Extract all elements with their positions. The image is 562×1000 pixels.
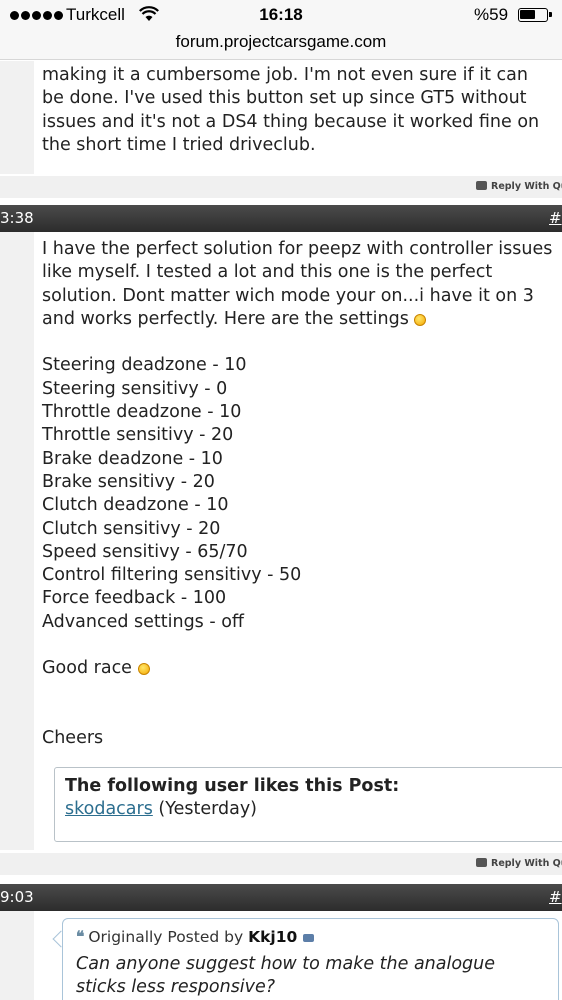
battery-icon: [518, 8, 552, 22]
quote-line: Can anyone suggest how to make the analo…: [76, 954, 496, 974]
likes-title: The following user likes this Post:: [65, 776, 400, 796]
post-line: like myself. I tested a lot and this one…: [42, 262, 493, 283]
likes-box: The following user likes this Post: skod…: [54, 767, 562, 842]
address-bar[interactable]: forum.projectcarsgame.com: [0, 30, 562, 60]
setting-line: Throttle sensitivy - 20: [42, 425, 234, 446]
post-sidebar: [0, 911, 34, 1000]
quote-line: sticks less responsive?: [76, 977, 276, 998]
smiley-icon: [414, 313, 427, 326]
quote-bubble-icon: [476, 181, 487, 190]
smiley-icon: [137, 663, 150, 676]
good-race-line: Good race: [42, 657, 552, 680]
liker-profile-link[interactable]: skodacars: [65, 799, 153, 819]
like-time: (Yesterday): [158, 799, 258, 819]
post-header: 9:03 #: [0, 884, 562, 911]
post-number-link[interactable]: #: [549, 888, 562, 906]
reply-with-quote-button[interactable]: Reply With Quote: [476, 181, 562, 192]
post-line: solution. Dont matter wich mode your on.…: [42, 285, 534, 306]
reply-label: Reply With Quote: [491, 181, 562, 192]
post-time: 9:03: [0, 888, 34, 906]
setting-line: Clutch sensitivy - 20: [42, 518, 221, 539]
quote-header: ❝ Originally Posted by Kkj10: [76, 927, 315, 946]
post-header: 3:38 #: [0, 205, 562, 232]
status-bar: Turkcell 16:18 %59: [0, 0, 562, 30]
cheers-line: Cheers: [42, 728, 104, 749]
setting-line: Brake deadzone - 10: [42, 448, 223, 469]
setting-line: Advanced settings - off: [42, 611, 244, 632]
quote-text: Can anyone suggest how to make the analo…: [76, 953, 495, 1000]
setting-line: Steering sensitivy - 0: [42, 378, 228, 399]
quote-bubble-icon: [476, 858, 487, 867]
post-line: and works perfectly. Here are the settin…: [42, 308, 409, 329]
setting-line: Steering deadzone - 10: [42, 355, 247, 376]
post-line-with-smiley: and works perfectly. Here are the settin…: [42, 308, 552, 331]
post-sidebar: [0, 61, 34, 174]
post-sidebar: [0, 232, 34, 850]
post-line: making it a cumbersome job. I'm not even…: [42, 65, 528, 85]
setting-line: Speed sensitivy - 65/70: [42, 541, 248, 562]
reply-with-quote-button[interactable]: Reply With Quote: [476, 858, 562, 869]
likes-entry: skodacars (Yesterday): [65, 799, 257, 819]
setting-line: Force feedback - 100: [42, 588, 227, 609]
quote-prefix: Originally Posted by: [88, 928, 244, 946]
quote-author: Kkj10: [248, 928, 298, 946]
quote-box: ❝ Originally Posted by Kkj10 Can anyone s…: [62, 918, 559, 1000]
post-line: I have the perfect solution for peepz wi…: [42, 239, 553, 259]
post-line: the short time I tried driveclub.: [42, 134, 316, 155]
quote-mark-icon: ❝: [76, 927, 85, 946]
post-number-link[interactable]: #: [549, 209, 562, 227]
setting-line: Throttle deadzone - 10: [42, 402, 242, 423]
post-line: issues and it's not a DS4 thing because …: [42, 111, 540, 132]
post-time: 3:38: [0, 209, 34, 227]
post-line: Good race: [42, 658, 132, 679]
setting-line: Brake sensitivy - 20: [42, 471, 215, 492]
post-line: be done. I've used this button set up si…: [42, 88, 527, 109]
post-message: I have the perfect solution for peepz wi…: [42, 238, 552, 751]
setting-line: Control filtering sensitivy - 50: [42, 565, 302, 586]
setting-line: Clutch deadzone - 10: [42, 495, 229, 516]
reply-label: Reply With Quote: [491, 858, 562, 869]
post-message: making it a cumbersome job. I'm not even…: [42, 64, 539, 157]
url-text: forum.projectcarsgame.com: [175, 32, 387, 51]
battery-percent: %59: [474, 5, 509, 24]
view-post-icon[interactable]: [303, 934, 315, 942]
